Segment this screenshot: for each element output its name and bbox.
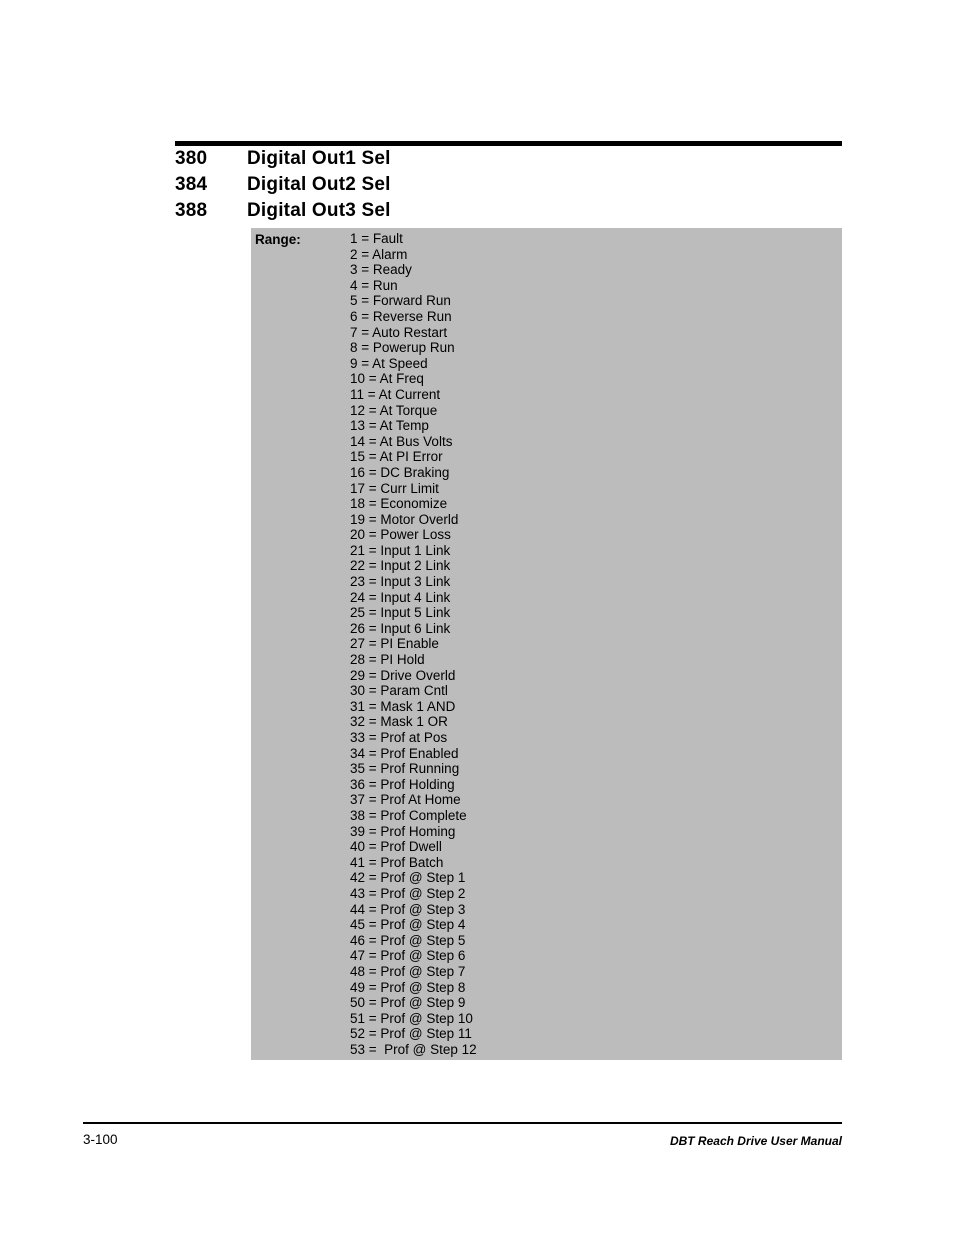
footer-manual-title: DBT Reach Drive User Manual	[669, 1134, 842, 1148]
range-panel: Range: 1 = Fault 2 = Alarm 3 = Ready 4 = Ru…	[251, 228, 842, 1060]
parameter-row: 384 Digital Out2 Sel	[175, 174, 842, 200]
range-option: 6 = Reverse Run	[350, 308, 452, 324]
range-option: 31 = Mask 1 AND	[350, 698, 456, 714]
range-option: 25 = Input 5 Link	[350, 605, 451, 621]
range-option: 2 = Alarm	[350, 246, 408, 262]
range-option: 35 = Prof Running	[350, 761, 460, 777]
range-option: 19 = Motor Overld	[350, 511, 459, 527]
parameter-number: 380	[175, 148, 208, 169]
parameter-number: 388	[175, 200, 208, 221]
range-option: 32 = Mask 1 OR	[350, 714, 448, 730]
range-label: Range:	[255, 232, 301, 247]
range-option: 30 = Param Cntl	[350, 683, 448, 699]
range-option: 14 = At Bus Volts	[350, 433, 453, 449]
range-option: 37 = Prof At Home	[350, 792, 461, 808]
range-option: 16 = DC Braking	[350, 464, 450, 480]
range-option: 34 = Prof Enabled	[350, 745, 459, 761]
range-option: 7 = Auto Restart	[350, 324, 448, 340]
range-option: 43 = Prof @ Step 2	[350, 885, 466, 901]
range-option: 42 = Prof @ Step 1	[350, 870, 466, 886]
range-option: 5 = Forward Run	[350, 293, 451, 309]
range-option: 8 = Powerup Run	[350, 340, 455, 356]
range-option: 24 = Input 4 Link	[350, 589, 451, 605]
range-option: 48 = Prof @ Step 7	[350, 963, 466, 979]
parameter-title: Digital Out2 Sel	[247, 174, 391, 195]
range-option: 15 = At PI Error	[350, 449, 443, 465]
range-option: 41 = Prof Batch	[350, 854, 444, 870]
range-option: 50 = Prof @ Step 9	[350, 995, 466, 1011]
range-option: 33 = Prof at Pos	[350, 730, 448, 745]
parameter-row: 388 Digital Out3 Sel	[175, 200, 842, 226]
range-option: 45 = Prof @ Step 4	[350, 917, 466, 933]
range-option: 18 = Economize	[350, 496, 448, 512]
footer-page-number: 3-100	[83, 1132, 118, 1147]
range-option: 9 = At Speed	[350, 355, 428, 371]
parameter-title: Digital Out1 Sel	[247, 148, 391, 169]
range-option: 28 = PI Hold	[350, 652, 425, 668]
range-option: 29 = Drive Overld	[350, 667, 456, 683]
range-option: 49 = Prof @ Step 8	[350, 979, 466, 995]
range-option: 22 = Input 2 Link	[350, 558, 451, 574]
range-option: 4 = Run	[350, 277, 398, 293]
range-option: 40 = Prof Dwell	[350, 839, 442, 855]
range-option: 13 = At Temp	[350, 418, 429, 434]
range-option: 11 = At Current	[350, 386, 441, 402]
range-option: 1 = Fault	[350, 231, 403, 246]
header-divider-rule	[175, 141, 842, 146]
range-option: 17 = Curr Limit	[350, 480, 439, 496]
range-option: 38 = Prof Complete	[350, 807, 467, 823]
range-option: 3 = Ready	[350, 262, 412, 278]
parameter-number: 384	[175, 174, 208, 195]
range-option: 27 = PI Enable	[350, 636, 439, 652]
range-option: 52 = Prof @ Step 11	[350, 1026, 472, 1042]
range-option: 53 = Prof @ Step 12	[350, 1041, 477, 1057]
range-option: 20 = Power Loss	[350, 527, 451, 543]
range-option: 47 = Prof @ Step 6	[350, 948, 466, 964]
range-option: 23 = Input 3 Link	[350, 574, 451, 590]
range-option: 51 = Prof @ Step 10	[350, 1010, 473, 1026]
parameter-row: 380 Digital Out1 Sel	[175, 148, 842, 174]
range-option: 12 = At Torque	[350, 402, 438, 418]
range-option: 46 = Prof @ Step 5	[350, 932, 466, 948]
manual-page: 380 Digital Out1 Sel 384 Digital Out2 Se…	[0, 0, 954, 1235]
range-option-list: 1 = Fault 2 = Alarm 3 = Ready 4 = Run 5 = Fo…	[350, 231, 477, 1057]
range-option: 36 = Prof Holding	[350, 776, 455, 792]
parameter-title: Digital Out3 Sel	[247, 200, 391, 221]
range-option: 26 = Input 6 Link	[350, 620, 451, 636]
range-option: 39 = Prof Homing	[350, 823, 456, 839]
parameter-heading-block: 380 Digital Out1 Sel 384 Digital Out2 Se…	[175, 148, 842, 226]
range-option: 44 = Prof @ Step 3	[350, 901, 466, 917]
range-option: 21 = Input 1 Link	[350, 542, 451, 558]
footer-divider-rule	[83, 1122, 842, 1124]
range-option: 10 = At Freq	[350, 371, 424, 387]
